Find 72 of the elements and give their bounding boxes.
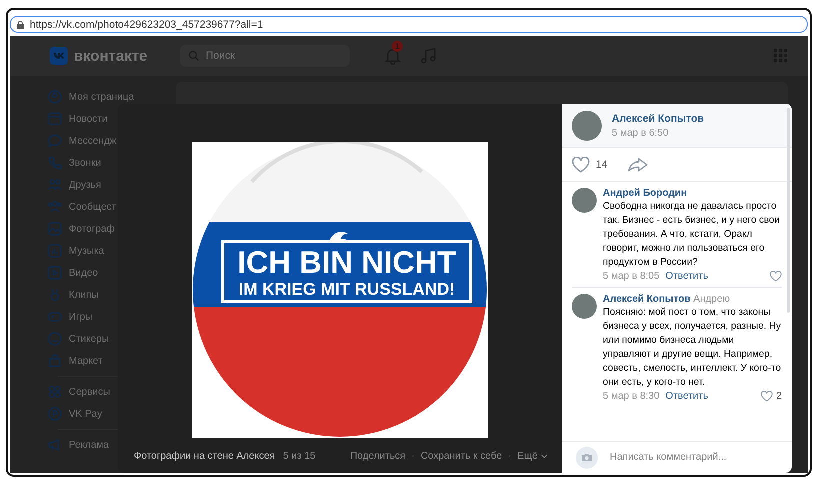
sidebar-item[interactable]: Моя страница [48, 86, 134, 108]
avatar[interactable] [572, 110, 602, 140]
camera-button[interactable] [576, 446, 598, 468]
reply-link[interactable]: Ответить [666, 391, 708, 402]
image-icon [48, 222, 62, 236]
like-count: 2 [776, 391, 782, 402]
comment-time: 5 мар в 8:05 [603, 271, 660, 282]
photo-text: ICH BIN NICHT [238, 246, 456, 278]
notification-badge: 1 [392, 41, 403, 52]
sidebar-item[interactable]: Маркет [48, 350, 103, 372]
photo-text: IM KRIEG MIT RUSSLAND! [238, 280, 456, 298]
sidebar-item[interactable]: VK Pay [48, 403, 102, 425]
logo-text: вконтакте [74, 48, 148, 64]
search-field[interactable]: Поиск [180, 45, 350, 67]
separator-dot: · [412, 451, 415, 462]
album-title[interactable]: Фотографии на стене Алексея [134, 451, 276, 462]
clip-icon [48, 288, 62, 302]
grid-icon [48, 385, 62, 399]
sidebar-item[interactable]: Новости [48, 108, 108, 130]
author-name[interactable]: Андрей Бородин [603, 188, 688, 199]
sidebar-item[interactable]: Стикеры [48, 328, 110, 350]
share-icon[interactable] [628, 158, 648, 172]
sidebar-item[interactable]: Мессендж [48, 130, 117, 152]
logo-icon [50, 47, 68, 65]
post-date: 5 мар в 6:50 [612, 128, 670, 138]
sidebar-item[interactable]: Реклама [48, 434, 110, 456]
sidebar-item[interactable]: Фотограф [48, 218, 115, 240]
like-count: 14 [596, 158, 608, 170]
comment-time: 5 мар в 8:30 [603, 391, 660, 402]
comment-text: Свободна никогда не давалась просто так. Бизнес - есть бизнес, и у него свои требования. А что, кстати, Оракл говорит, можно ли пользоваться его продуктом в России? [603, 200, 781, 270]
sidebar-item[interactable]: Друзья [48, 174, 102, 196]
author-name[interactable]: Алексей Копытов [612, 112, 704, 124]
chat-icon [48, 134, 62, 148]
sidebar-item[interactable]: Музыка [48, 240, 104, 262]
author-name[interactable]: Алексей Копытов [603, 294, 691, 305]
bag-icon [48, 354, 62, 368]
news-icon [48, 112, 62, 126]
heart-icon[interactable] [761, 391, 774, 402]
sidebar-item[interactable]: Видео [48, 262, 98, 284]
heart-icon[interactable] [770, 271, 782, 282]
sidebar-item[interactable]: Сообщест [48, 196, 116, 218]
video-icon [48, 266, 62, 280]
avatar[interactable] [572, 188, 597, 213]
heart-icon[interactable] [572, 156, 590, 172]
scrollbar[interactable] [787, 108, 790, 313]
comment-text: Поясняю: мой пост о том, что законы бизнеса у всех, получается, разные. Ну или помимо бизнеса людьми управляют и другие вещи. Например, совесть, смелость, интеллект. У кого-то они есть, у кого-то нет. [603, 306, 782, 390]
gamepad-icon [48, 310, 62, 324]
music-icon [48, 244, 62, 258]
chevron-down-icon [541, 454, 548, 459]
photo-counter: 5 из 15 [283, 451, 316, 462]
reply-to-name: Андрею [694, 294, 730, 305]
user-icon [48, 90, 62, 104]
action-link[interactable]: Ещё [518, 451, 548, 462]
sidebar-item[interactable]: Игры [48, 306, 93, 328]
reply-link[interactable]: Ответить [666, 271, 708, 282]
sidebar-item[interactable]: Сервисы [48, 381, 110, 403]
avatar[interactable] [572, 294, 597, 319]
address-bar[interactable]: https://vk.com/photo429623203_457239677?all=1 [10, 16, 808, 33]
camera-icon [581, 452, 593, 463]
sidebar-item[interactable]: Звонки [48, 152, 102, 174]
sidebar-item[interactable]: Клипы [48, 284, 99, 306]
bell-icon[interactable] [384, 47, 402, 65]
megaphone-icon [48, 438, 62, 452]
smile-icon [48, 332, 62, 346]
coin-icon [48, 407, 62, 421]
phone-icon [48, 156, 62, 170]
people-icon [48, 178, 62, 192]
separator-dot: · [508, 451, 512, 462]
action-link[interactable]: Сохранить к себе [420, 451, 502, 462]
people-icon [48, 200, 62, 214]
action-link[interactable]: Поделиться [350, 451, 406, 462]
lock-icon [17, 20, 24, 28]
